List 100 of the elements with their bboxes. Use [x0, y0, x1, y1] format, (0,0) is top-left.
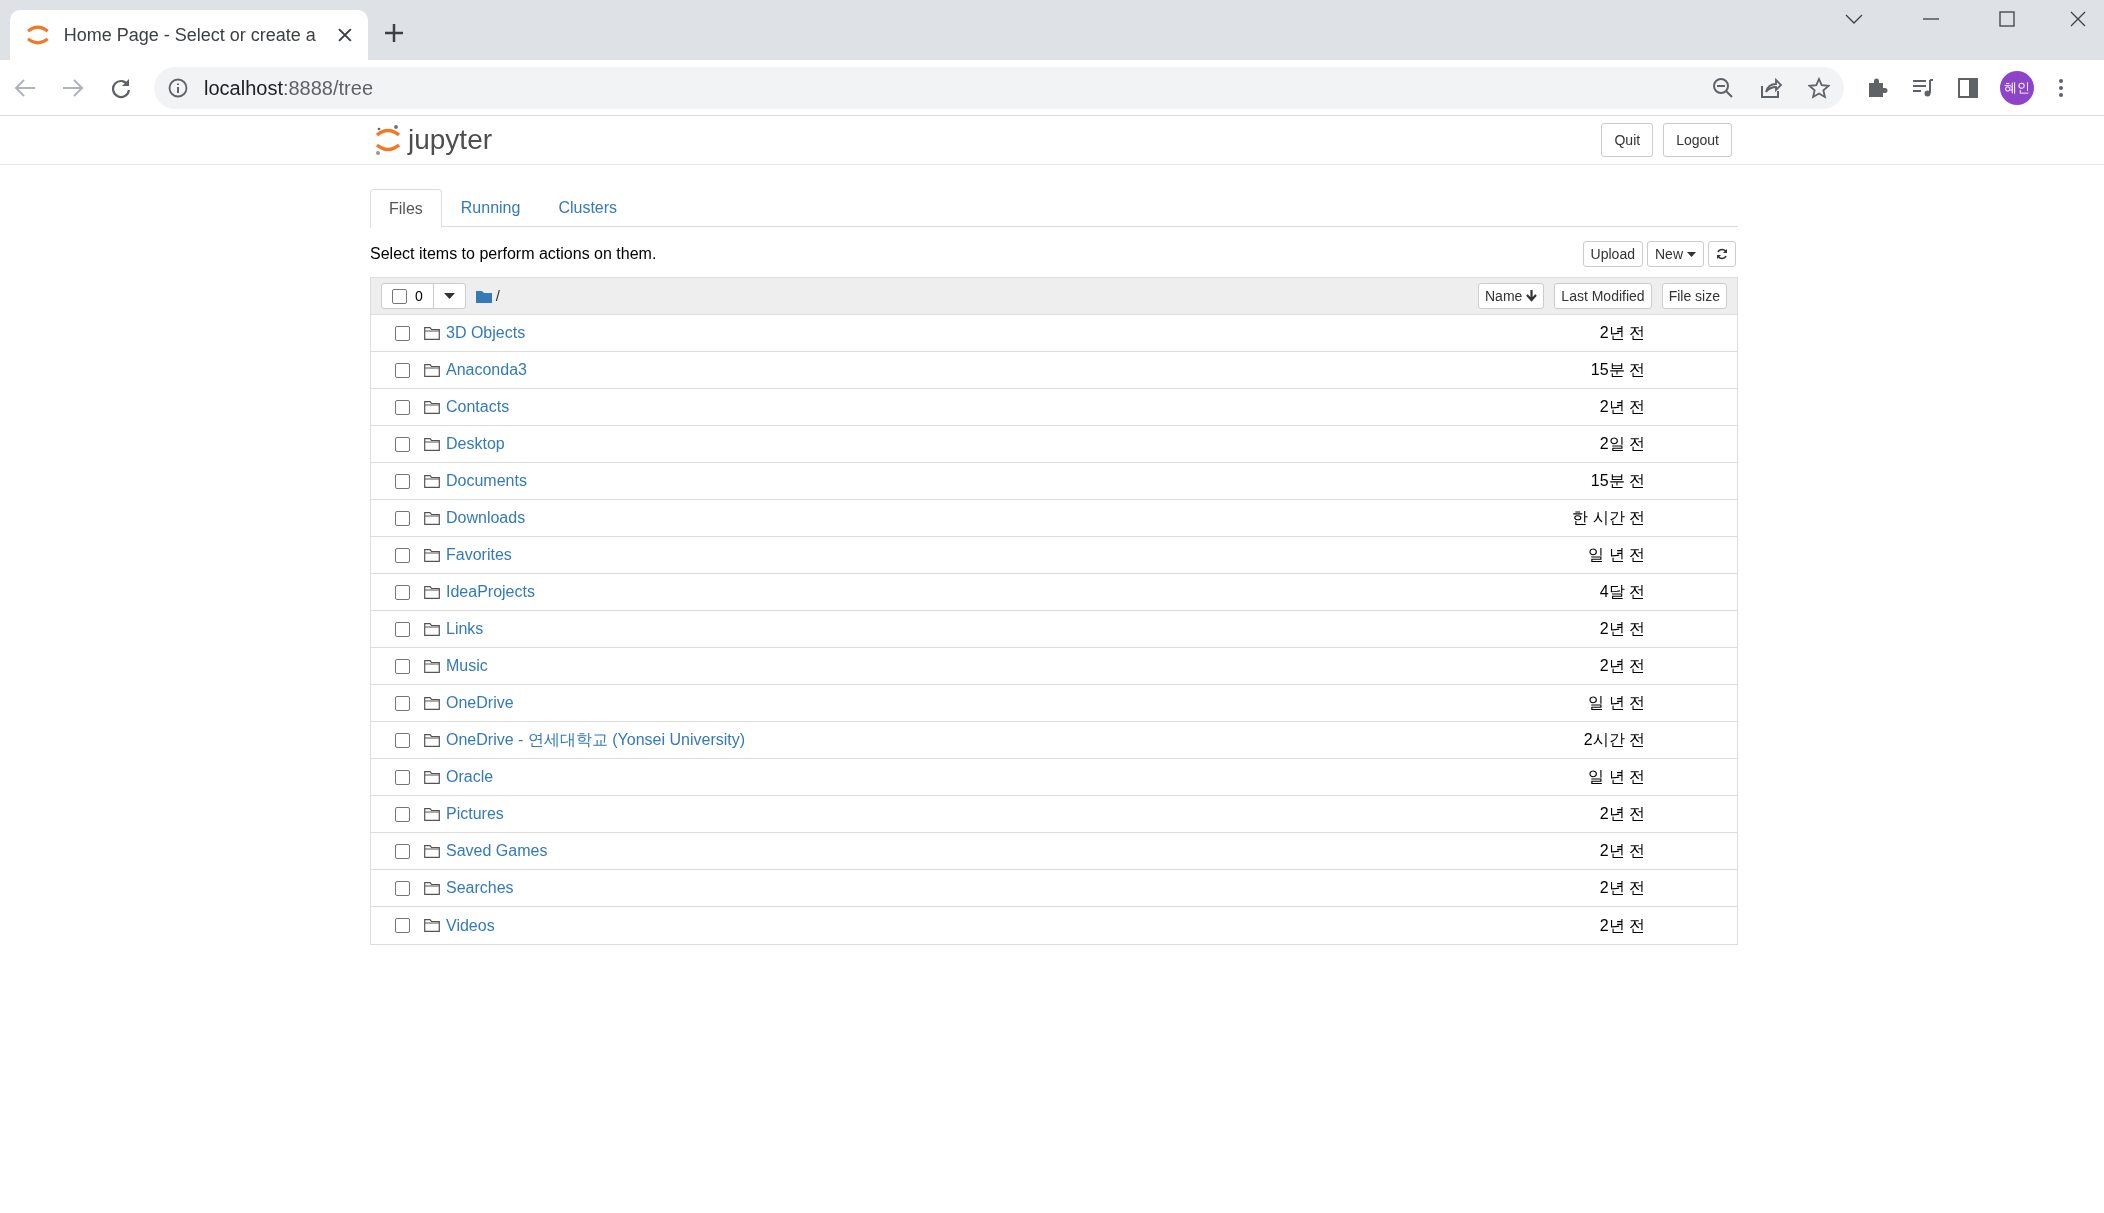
modified-time: 2년 전 — [1599, 878, 1645, 898]
more-icon[interactable] — [2058, 77, 2064, 98]
folder-link[interactable]: Documents — [446, 469, 527, 493]
folder-icon — [424, 622, 440, 636]
folder-icon — [424, 733, 440, 747]
browser-tab[interactable]: Home Page - Select or create a — [10, 10, 368, 60]
folder-icon — [424, 437, 440, 451]
checkbox[interactable] — [395, 695, 410, 711]
maximize-icon[interactable] — [1999, 11, 2015, 27]
checkbox[interactable] — [395, 547, 410, 563]
breadcrumb-path[interactable]: / — [495, 284, 500, 308]
logout-button[interactable]: Logout — [1663, 123, 1732, 157]
checkbox[interactable] — [395, 918, 410, 933]
modified-time: 일 년 전 — [1588, 767, 1645, 787]
tab[interactable]: Files — [370, 189, 442, 228]
folder-icon — [424, 400, 440, 414]
modified-time: 15분 전 — [1590, 471, 1645, 491]
folder-icon — [424, 807, 440, 821]
quit-button[interactable]: Quit — [1601, 123, 1654, 157]
checkbox[interactable] — [395, 510, 410, 526]
checkbox[interactable] — [395, 584, 410, 600]
modified-time: 2일 전 — [1599, 434, 1645, 454]
refresh-icon — [1716, 248, 1728, 260]
tab[interactable]: Clusters — [539, 189, 637, 227]
folder-icon — [424, 363, 440, 377]
folder-link[interactable]: Music — [446, 654, 488, 678]
modified-time: 2년 전 — [1599, 397, 1645, 417]
folder-link[interactable]: Links — [446, 617, 484, 641]
tab[interactable]: Running — [441, 189, 540, 227]
modified-time: 일 년 전 — [1588, 693, 1645, 713]
close-window-icon[interactable] — [2070, 11, 2086, 27]
new-button[interactable]: New — [1647, 241, 1704, 267]
share-icon[interactable] — [1760, 76, 1782, 99]
folder-icon — [424, 326, 440, 340]
checkbox[interactable] — [395, 621, 410, 637]
folder-icon — [424, 548, 440, 562]
checkbox[interactable] — [395, 732, 410, 748]
refresh-button[interactable] — [1708, 241, 1736, 267]
selected-count: 0 — [415, 286, 423, 306]
new-tab-icon[interactable] — [384, 23, 404, 43]
profile-avatar[interactable]: 혜인 — [2000, 70, 2034, 105]
side-panel-icon[interactable] — [1958, 77, 1978, 98]
modified-time: 2년 전 — [1599, 915, 1645, 936]
checkbox[interactable] — [395, 399, 410, 415]
select-all-control[interactable]: 0 — [381, 283, 466, 309]
upload-button[interactable]: Upload — [1582, 241, 1643, 267]
puzzle-icon[interactable] — [1866, 76, 1888, 99]
folder-link[interactable]: Videos — [446, 913, 495, 938]
info-icon[interactable] — [168, 77, 188, 98]
media-queue-icon[interactable] — [1912, 77, 1934, 98]
sort-button[interactable]: Name — [1478, 283, 1545, 309]
checkbox[interactable] — [395, 362, 410, 378]
folder-icon[interactable] — [475, 289, 492, 303]
modified-time: 일 년 전 — [1588, 545, 1645, 565]
tab-title: Home Page - Select or create a — [63, 23, 317, 47]
folder-link[interactable]: IdeaProjects — [446, 580, 535, 604]
folder-icon — [424, 770, 440, 784]
folder-link[interactable]: Searches — [446, 876, 514, 900]
folder-link[interactable]: 3D Objects — [446, 321, 526, 345]
folder-icon — [424, 511, 440, 525]
checkbox[interactable] — [395, 880, 410, 896]
modified-time: 15분 전 — [1590, 360, 1645, 380]
tab-search-icon[interactable] — [1845, 14, 1863, 24]
instruction-text: Select items to perform actions on them. — [370, 244, 657, 264]
folder-link[interactable]: Saved Games — [446, 839, 548, 863]
folder-link[interactable]: Contacts — [446, 395, 510, 419]
modified-time: 2년 전 — [1599, 656, 1645, 676]
close-icon[interactable] — [338, 28, 352, 42]
checkbox[interactable] — [395, 436, 410, 452]
caret-icon — [1687, 251, 1696, 257]
modified-time: 2년 전 — [1599, 323, 1645, 343]
modified-time: 한 시간 전 — [1572, 508, 1645, 528]
folder-link[interactable]: Pictures — [446, 802, 504, 826]
checkbox[interactable] — [395, 658, 410, 674]
zoom-out-icon[interactable] — [1712, 76, 1734, 99]
folder-icon — [424, 474, 440, 488]
checkbox[interactable] — [395, 843, 410, 859]
star-icon[interactable] — [1808, 76, 1830, 99]
folder-link[interactable]: OneDrive — [446, 691, 514, 715]
modified-time: 2년 전 — [1599, 619, 1645, 639]
folder-link[interactable]: Desktop — [446, 432, 505, 456]
folder-link[interactable]: Anaconda3 — [446, 358, 527, 382]
address-bar[interactable]: localhost:8888/tree — [154, 66, 1844, 109]
sort-button[interactable]: File size — [1661, 283, 1727, 309]
folder-link[interactable]: OneDrive - 연세대학교 (Yonsei University) — [446, 728, 746, 752]
checkbox[interactable] — [395, 769, 410, 785]
modified-time: 4달 전 — [1599, 582, 1645, 602]
checkbox[interactable] — [392, 288, 407, 304]
folder-link[interactable]: Downloads — [446, 506, 526, 530]
sort-button[interactable]: Last Modified — [1554, 283, 1652, 309]
folder-link[interactable]: Oracle — [446, 765, 494, 789]
folder-icon — [424, 659, 440, 673]
caret-icon[interactable] — [443, 293, 455, 299]
jupyter-favicon-icon — [26, 24, 50, 46]
folder-link[interactable]: Favorites — [446, 543, 512, 567]
checkbox[interactable] — [395, 473, 410, 489]
jupyter-logo-icon — [374, 124, 402, 156]
checkbox[interactable] — [395, 325, 410, 341]
folder-icon — [424, 844, 440, 858]
checkbox[interactable] — [395, 806, 410, 822]
